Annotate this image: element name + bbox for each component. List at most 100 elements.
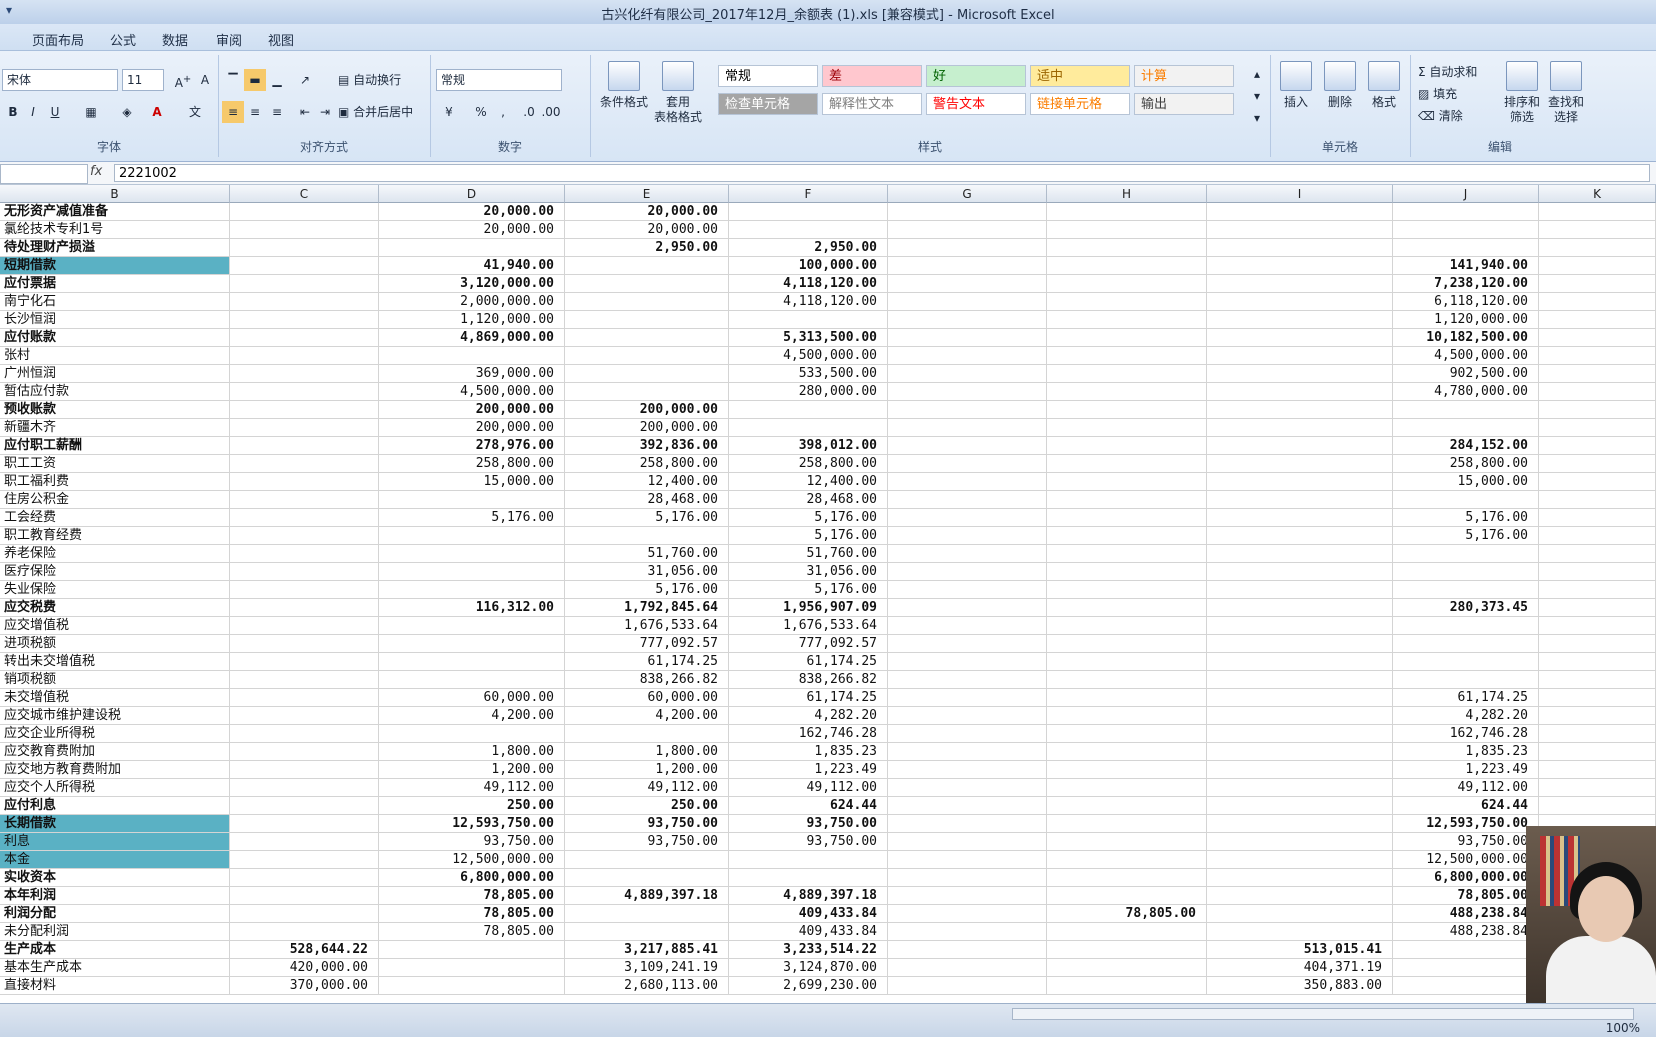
cell-j[interactable]: 141,940.00 — [1393, 257, 1539, 274]
cell-d[interactable]: 116,312.00 — [379, 599, 565, 616]
cell-k[interactable] — [1539, 239, 1656, 256]
cell-h[interactable] — [1047, 239, 1207, 256]
cell-k[interactable] — [1539, 761, 1656, 778]
cell-h[interactable] — [1047, 833, 1207, 850]
autosum-button[interactable]: Σ 自动求和 — [1418, 63, 1477, 80]
cell-e[interactable]: 200,000.00 — [565, 401, 729, 418]
cell-j[interactable] — [1393, 203, 1539, 220]
decrease-indent-icon[interactable]: ⇤ — [294, 101, 316, 123]
cell-d[interactable]: 20,000.00 — [379, 221, 565, 238]
cell-d[interactable]: 78,805.00 — [379, 887, 565, 904]
gallery-up-icon[interactable]: ▴ — [1246, 63, 1268, 85]
cell-d[interactable] — [379, 617, 565, 634]
cell-h[interactable] — [1047, 365, 1207, 382]
cell-c[interactable] — [230, 581, 379, 598]
cell-e[interactable] — [565, 311, 729, 328]
align-right-icon[interactable]: ≡ — [266, 101, 288, 123]
cell-i[interactable] — [1207, 275, 1393, 292]
cell-f[interactable]: 4,500,000.00 — [729, 347, 888, 364]
cell-e[interactable]: 200,000.00 — [565, 419, 729, 436]
cell-b[interactable]: 应付利息 — [0, 797, 230, 814]
cell-g[interactable] — [888, 815, 1047, 832]
cell-j[interactable]: 258,800.00 — [1393, 455, 1539, 472]
cell-h[interactable] — [1047, 311, 1207, 328]
cell-f[interactable]: 5,176.00 — [729, 509, 888, 526]
cell-b[interactable]: 失业保险 — [0, 581, 230, 598]
comma-icon[interactable]: , — [492, 101, 514, 123]
cell-b[interactable]: 职工福利费 — [0, 473, 230, 490]
cell-h[interactable] — [1047, 815, 1207, 832]
cell-h[interactable] — [1047, 887, 1207, 904]
column-header-e[interactable]: E — [565, 185, 729, 203]
cell-e[interactable] — [565, 725, 729, 742]
cell-style-item[interactable]: 适中 — [1030, 65, 1130, 87]
cell-c[interactable] — [230, 707, 379, 724]
cell-d[interactable]: 49,112.00 — [379, 779, 565, 796]
cell-h[interactable] — [1047, 527, 1207, 544]
cell-i[interactable] — [1207, 257, 1393, 274]
cell-b[interactable]: 工会经费 — [0, 509, 230, 526]
cell-d[interactable] — [379, 527, 565, 544]
cell-c[interactable] — [230, 293, 379, 310]
cell-j[interactable]: 93,750.00 — [1393, 833, 1539, 850]
column-header-k[interactable]: K — [1539, 185, 1656, 203]
cell-h[interactable] — [1047, 671, 1207, 688]
cell-c[interactable] — [230, 437, 379, 454]
cell-k[interactable] — [1539, 707, 1656, 724]
cell-h[interactable] — [1047, 473, 1207, 490]
cell-d[interactable]: 258,800.00 — [379, 455, 565, 472]
underline-icon[interactable]: U — [44, 101, 66, 123]
cell-b[interactable]: 南宁化石 — [0, 293, 230, 310]
cell-j[interactable] — [1393, 635, 1539, 652]
cell-g[interactable] — [888, 437, 1047, 454]
cell-h[interactable] — [1047, 653, 1207, 670]
cell-f[interactable]: 5,313,500.00 — [729, 329, 888, 346]
cell-g[interactable] — [888, 959, 1047, 976]
cell-k[interactable] — [1539, 779, 1656, 796]
cell-b[interactable]: 应交教育费附加 — [0, 743, 230, 760]
cell-h[interactable] — [1047, 419, 1207, 436]
name-box[interactable] — [0, 164, 88, 184]
cell-b[interactable]: 预收账款 — [0, 401, 230, 418]
cell-i[interactable] — [1207, 851, 1393, 868]
cell-b[interactable]: 应交地方教育费附加 — [0, 761, 230, 778]
cell-k[interactable] — [1539, 725, 1656, 742]
column-header-i[interactable]: I — [1207, 185, 1393, 203]
cell-h[interactable] — [1047, 257, 1207, 274]
cell-c[interactable] — [230, 455, 379, 472]
align-center-icon[interactable]: ≡ — [244, 101, 266, 123]
cell-i[interactable] — [1207, 725, 1393, 742]
cell-e[interactable]: 28,468.00 — [565, 491, 729, 508]
cell-d[interactable] — [379, 545, 565, 562]
gallery-down-icon[interactable]: ▾ — [1246, 85, 1268, 107]
table-format-button[interactable]: 套用 表格格式 — [652, 61, 704, 125]
cell-j[interactable]: 6,800,000.00 — [1393, 869, 1539, 886]
cell-h[interactable] — [1047, 743, 1207, 760]
cell-h[interactable] — [1047, 941, 1207, 958]
cell-d[interactable] — [379, 491, 565, 508]
column-header-h[interactable]: H — [1047, 185, 1207, 203]
cell-e[interactable]: 5,176.00 — [565, 581, 729, 598]
cell-h[interactable] — [1047, 563, 1207, 580]
cell-c[interactable] — [230, 815, 379, 832]
cell-c[interactable] — [230, 239, 379, 256]
cell-e[interactable]: 1,792,845.64 — [565, 599, 729, 616]
cell-b[interactable]: 职工工资 — [0, 455, 230, 472]
cell-i[interactable] — [1207, 833, 1393, 850]
cell-c[interactable] — [230, 599, 379, 616]
cell-k[interactable] — [1539, 455, 1656, 472]
tab-review[interactable]: 审阅 — [216, 30, 242, 49]
cell-f[interactable] — [729, 851, 888, 868]
cell-d[interactable]: 200,000.00 — [379, 401, 565, 418]
cell-g[interactable] — [888, 797, 1047, 814]
cell-style-item[interactable]: 链接单元格 — [1030, 93, 1130, 115]
cell-k[interactable] — [1539, 257, 1656, 274]
cell-e[interactable]: 93,750.00 — [565, 833, 729, 850]
cell-style-item[interactable]: 计算 — [1134, 65, 1234, 87]
tab-data[interactable]: 数据 — [162, 30, 188, 49]
cell-k[interactable] — [1539, 527, 1656, 544]
cell-j[interactable]: 1,835.23 — [1393, 743, 1539, 760]
cell-j[interactable] — [1393, 401, 1539, 418]
cell-g[interactable] — [888, 491, 1047, 508]
cell-d[interactable]: 12,500,000.00 — [379, 851, 565, 868]
